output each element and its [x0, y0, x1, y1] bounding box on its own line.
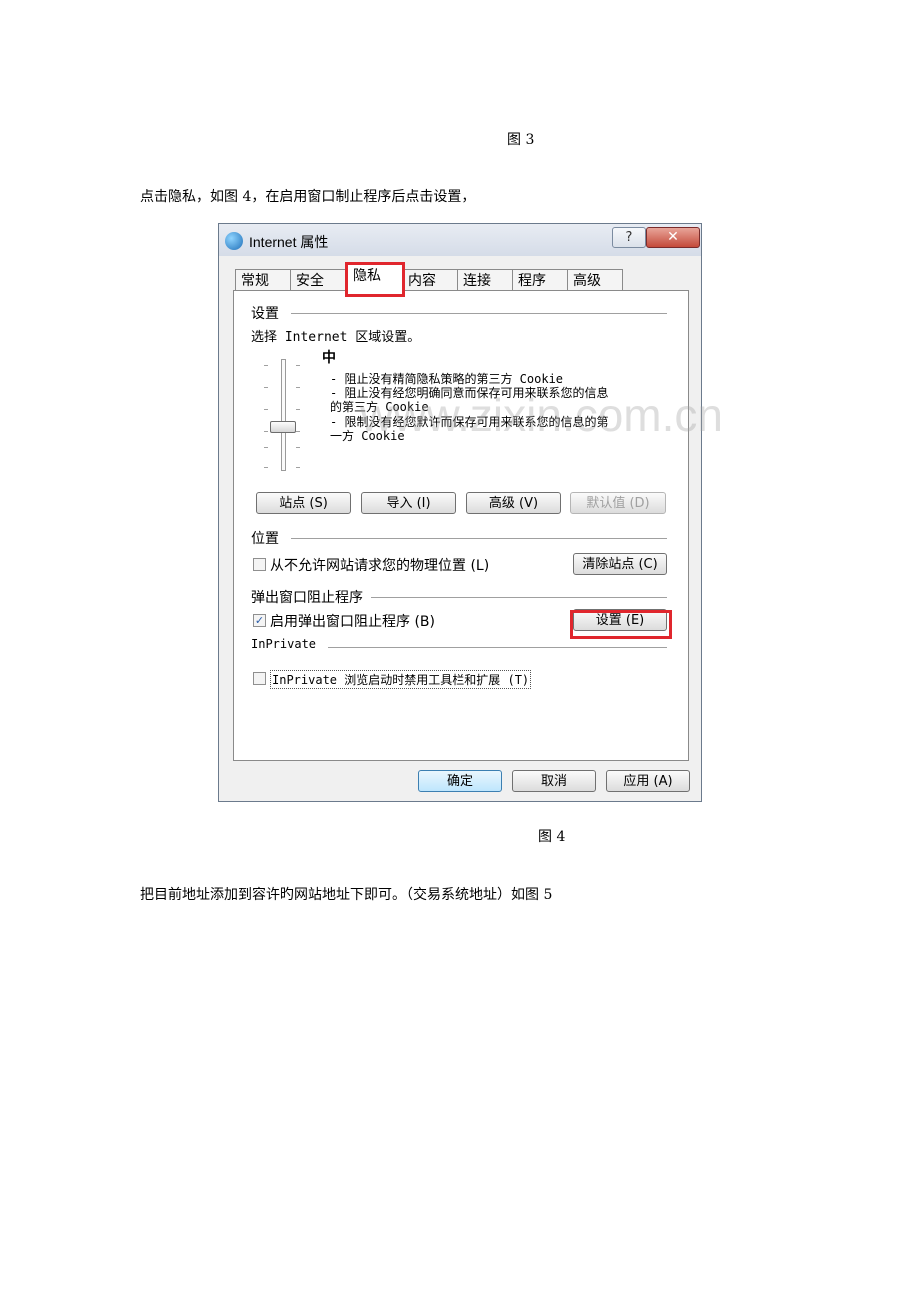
location-checkbox[interactable]: [253, 558, 266, 571]
slider-tick: [296, 431, 300, 432]
close-button[interactable]: ✕: [646, 227, 700, 248]
tab-advanced[interactable]: 高级: [567, 269, 623, 291]
internet-properties-dialog: Internet 属性 ? ✕ 常规 安全 隐私 内容 连接 程序 高级 设置 …: [218, 223, 702, 802]
tab-general[interactable]: 常规: [235, 269, 291, 291]
sites-button[interactable]: 站点 (S): [256, 492, 351, 514]
tab-content[interactable]: 内容: [402, 269, 458, 291]
slider-tick: [296, 447, 300, 448]
zone-prompt: 选择 Internet 区域设置。: [251, 330, 421, 345]
instruction-text-1: 点击隐私，如图 4，在启用窗口制止程序后点击设置，: [140, 189, 476, 205]
clear-sites-button[interactable]: 清除站点 (C): [573, 553, 667, 575]
slider-tick: [264, 365, 268, 366]
dialog-title: Internet 属性: [249, 234, 329, 250]
slider-tick: [264, 431, 268, 432]
privacy-panel: 设置 选择 Internet 区域设置。 中 - 阻止没有精简隐私策略的第三方 …: [233, 290, 689, 761]
location-checkbox-label[interactable]: 从不允许网站请求您的物理位置 (L): [270, 555, 489, 575]
inprivate-checkbox-label[interactable]: InPrivate 浏览启动时禁用工具栏和扩展 (T): [270, 670, 532, 689]
popup-group-label: 弹出窗口阻止程序: [251, 590, 363, 606]
slider-tick: [296, 467, 300, 468]
settings-separator: [291, 313, 667, 314]
tab-connections[interactable]: 连接: [457, 269, 513, 291]
slider-tick: [296, 387, 300, 388]
popup-blocker-checkbox-label[interactable]: 启用弹出窗口阻止程序 (B): [270, 611, 435, 631]
privacy-level-slider-track[interactable]: [281, 359, 286, 471]
default-button[interactable]: 默认值 (D): [570, 492, 666, 514]
ok-button[interactable]: 确定: [418, 770, 502, 792]
internet-globe-icon: [225, 232, 243, 250]
cancel-button[interactable]: 取消: [512, 770, 596, 792]
settings-group-label: 设置: [251, 306, 279, 322]
popup-blocker-checkbox[interactable]: ✓: [253, 614, 266, 627]
tab-programs[interactable]: 程序: [512, 269, 568, 291]
advanced-button[interactable]: 高级 (V): [466, 492, 561, 514]
title-bar: Internet 属性 ? ✕: [219, 224, 701, 256]
location-separator: [291, 538, 667, 539]
location-group-label: 位置: [251, 531, 279, 547]
figure-caption-4: 图 4: [538, 829, 566, 845]
apply-button[interactable]: 应用 (A): [606, 770, 690, 792]
slider-tick: [264, 467, 268, 468]
privacy-level-slider-thumb[interactable]: [270, 421, 296, 433]
import-button[interactable]: 导入 (I): [361, 492, 456, 514]
level-description-line: 一方 Cookie: [330, 429, 405, 443]
slider-tick: [296, 409, 300, 410]
slider-tick: [296, 365, 300, 366]
privacy-level-name: 中: [322, 350, 336, 366]
popup-settings-button[interactable]: 设置 (E): [573, 609, 667, 631]
help-button[interactable]: ?: [612, 227, 646, 248]
slider-tick: [264, 409, 268, 410]
instruction-text-2: 把目前地址添加到容许旳网站地址下即可。（交易系统地址）如图 5: [140, 887, 553, 903]
inprivate-checkbox[interactable]: [253, 672, 266, 685]
popup-separator: [371, 597, 667, 598]
figure-caption-3: 图 3: [507, 132, 535, 148]
tab-security[interactable]: 安全: [290, 269, 346, 291]
slider-tick: [264, 447, 268, 448]
inprivate-group-label: InPrivate: [251, 637, 317, 651]
tab-privacy[interactable]: 隐私: [347, 264, 403, 292]
inprivate-separator: [328, 647, 667, 648]
slider-tick: [264, 387, 268, 388]
